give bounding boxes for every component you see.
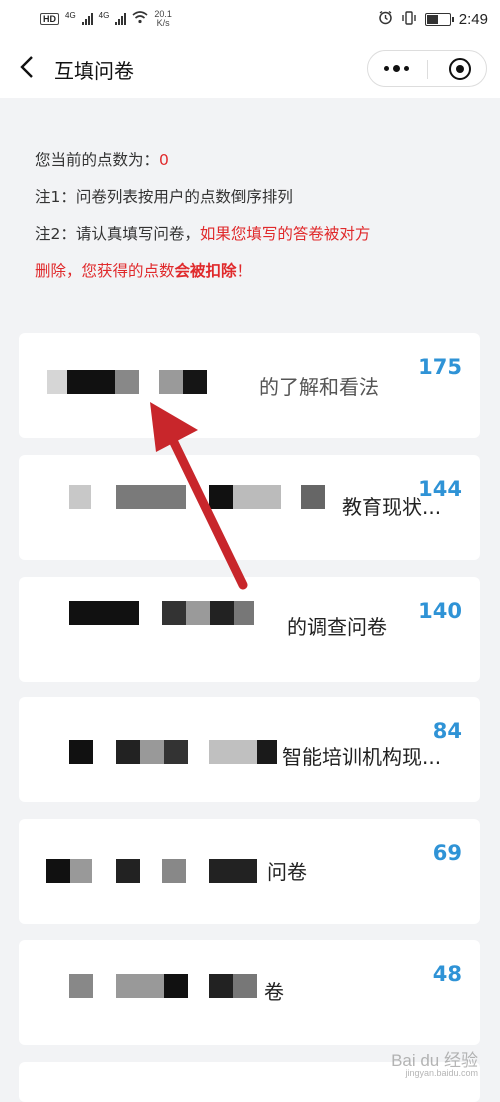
back-button[interactable]	[16, 54, 40, 80]
survey-card[interactable]: 的调查问卷 140	[19, 577, 480, 682]
survey-score: 144	[418, 477, 462, 501]
note-1: 注1：问卷列表按用户的点数倒序排列	[35, 188, 293, 206]
note-2: 注2：请认真填写问卷，如果您填写的答卷被对方	[35, 224, 475, 244]
close-mini-program-button[interactable]	[449, 58, 471, 80]
survey-card[interactable]: 教育现状... 144	[19, 455, 480, 560]
points-line: 您当前的点数为：0	[35, 150, 475, 170]
signal-icon-2	[115, 13, 127, 25]
note-2-prefix: 注2：请认真填写问卷，	[35, 225, 200, 243]
survey-card[interactable]: 的了解和看法 175	[19, 333, 480, 438]
note-2-end: ！	[236, 262, 253, 280]
mini-program-capsule	[367, 50, 487, 87]
points-label: 您当前的点数为：	[35, 151, 160, 169]
battery-fill	[426, 15, 438, 24]
nav-bar: 互填问卷	[0, 38, 500, 98]
status-bar: HD 4G 4G 20.1 K/s 2:49	[0, 0, 500, 38]
chevron-left-icon	[20, 56, 33, 78]
watermark-sub: jingyan.baidu.com	[405, 1068, 478, 1078]
clock: 2:49	[458, 11, 488, 28]
survey-card[interactable]: 智能培训机构现... 84	[19, 697, 480, 802]
survey-title: 的了解和看法	[259, 375, 379, 399]
hd-badge: HD	[40, 13, 59, 25]
more-button[interactable]	[384, 65, 409, 72]
survey-title: 卷	[264, 980, 284, 1004]
alarm-icon	[378, 10, 393, 29]
survey-score: 48	[432, 962, 462, 986]
signal-icon	[81, 13, 93, 25]
wifi-icon	[132, 10, 148, 28]
capsule-divider	[427, 60, 428, 79]
vibrate-icon	[401, 10, 417, 29]
note-2-continued: 删除，您获得的点数会被扣除！	[35, 261, 475, 281]
note-2-emphasis: 会被扣除	[174, 262, 237, 280]
survey-title: 问卷	[267, 860, 307, 884]
survey-score: 175	[418, 355, 462, 379]
points-info: 您当前的点数为：0 注1：问卷列表按用户的点数倒序排列 注2：请认真填写问卷，如…	[35, 150, 475, 298]
survey-score: 84	[432, 719, 462, 743]
network-speed: 20.1 K/s	[154, 10, 172, 28]
note-2-warning-cont: 删除，您获得的点数	[35, 262, 175, 280]
page-title: 互填问卷	[54, 59, 134, 83]
survey-card[interactable]: 卷 48	[19, 940, 480, 1045]
survey-title: 智能培训机构现...	[282, 745, 442, 769]
speed-unit: K/s	[156, 18, 170, 28]
battery-icon	[424, 13, 454, 26]
note-2-warning: 如果您填写的答卷被对方	[199, 225, 371, 243]
network-label-1: 4G	[65, 10, 76, 20]
survey-card[interactable]: 问卷 69	[19, 819, 480, 924]
points-value: 0	[159, 151, 169, 169]
survey-score: 140	[418, 599, 462, 623]
network-label-2: 4G	[98, 10, 110, 20]
survey-title: 的调查问卷	[287, 615, 387, 639]
baidu-watermark: Bai du 经验 jingyan.baidu.com	[391, 1046, 478, 1078]
survey-score: 69	[432, 841, 462, 865]
